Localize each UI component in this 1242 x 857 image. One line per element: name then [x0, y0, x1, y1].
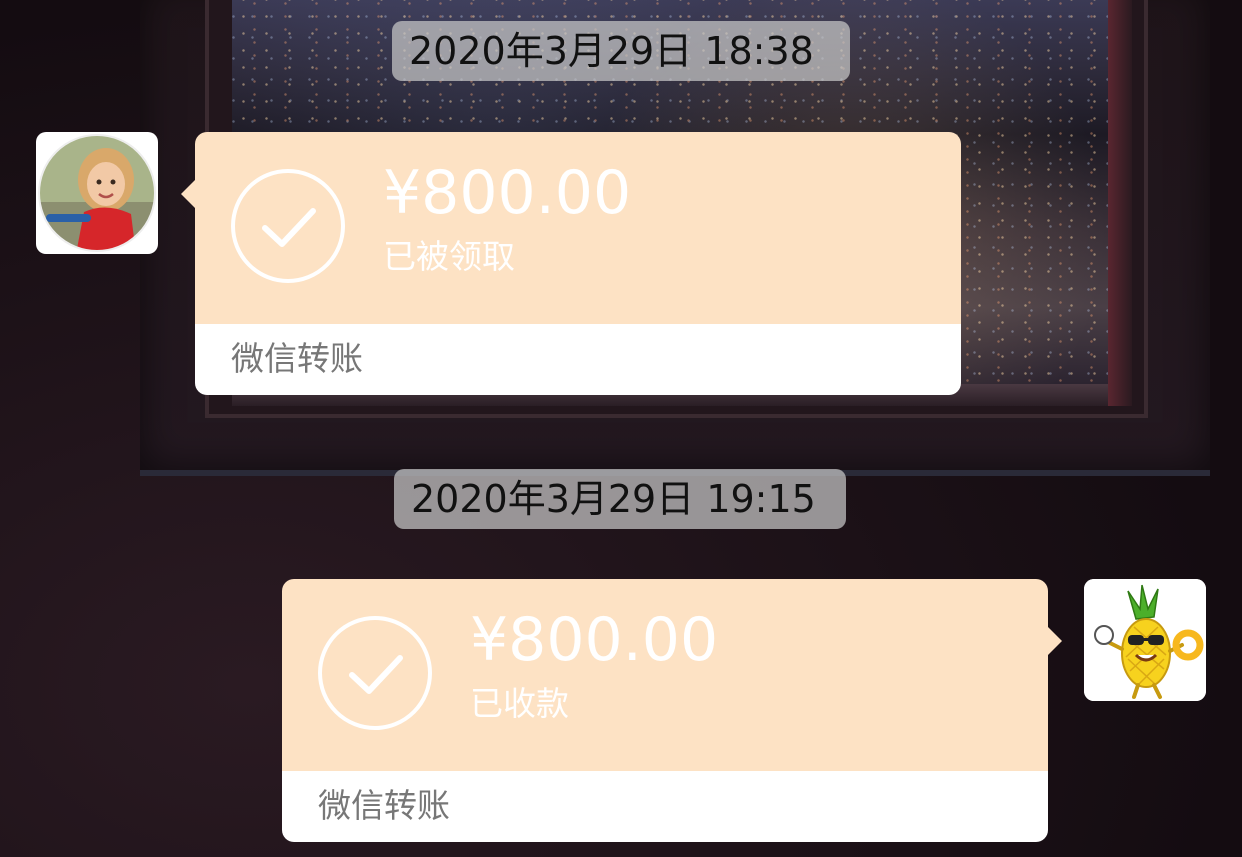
- bubble-tail: [1048, 627, 1062, 655]
- message-timestamp: 2020年3月29日 18:38: [392, 21, 850, 81]
- check-circle-icon: [318, 616, 432, 730]
- transfer-amount: ¥800.00: [383, 158, 632, 228]
- pineapple-avatar-icon: [1084, 579, 1206, 701]
- transfer-card[interactable]: ¥800.00 已收款 微信转账: [282, 579, 1062, 842]
- bubble-tail: [181, 180, 195, 208]
- child-avatar-icon: [38, 134, 156, 252]
- check-circle-icon: [231, 169, 345, 283]
- sender-avatar[interactable]: [36, 132, 158, 254]
- transfer-card-footer: 微信转账: [282, 771, 1048, 842]
- message-timestamp: 2020年3月29日 19:15: [394, 469, 846, 529]
- transfer-amount: ¥800.00: [470, 605, 719, 675]
- transfer-card-header: ¥800.00 已被领取: [195, 132, 961, 324]
- transfer-type-label: 微信转账: [318, 786, 450, 825]
- transfer-card[interactable]: ¥800.00 已被领取 微信转账: [181, 132, 961, 395]
- transfer-status: 已被领取: [383, 237, 515, 276]
- transfer-status: 已收款: [470, 684, 569, 723]
- background-window-edge: [1108, 0, 1132, 406]
- transfer-card-header: ¥800.00 已收款: [282, 579, 1048, 771]
- transfer-card-footer: 微信转账: [195, 324, 961, 395]
- self-avatar[interactable]: [1084, 579, 1206, 701]
- transfer-type-label: 微信转账: [231, 339, 363, 378]
